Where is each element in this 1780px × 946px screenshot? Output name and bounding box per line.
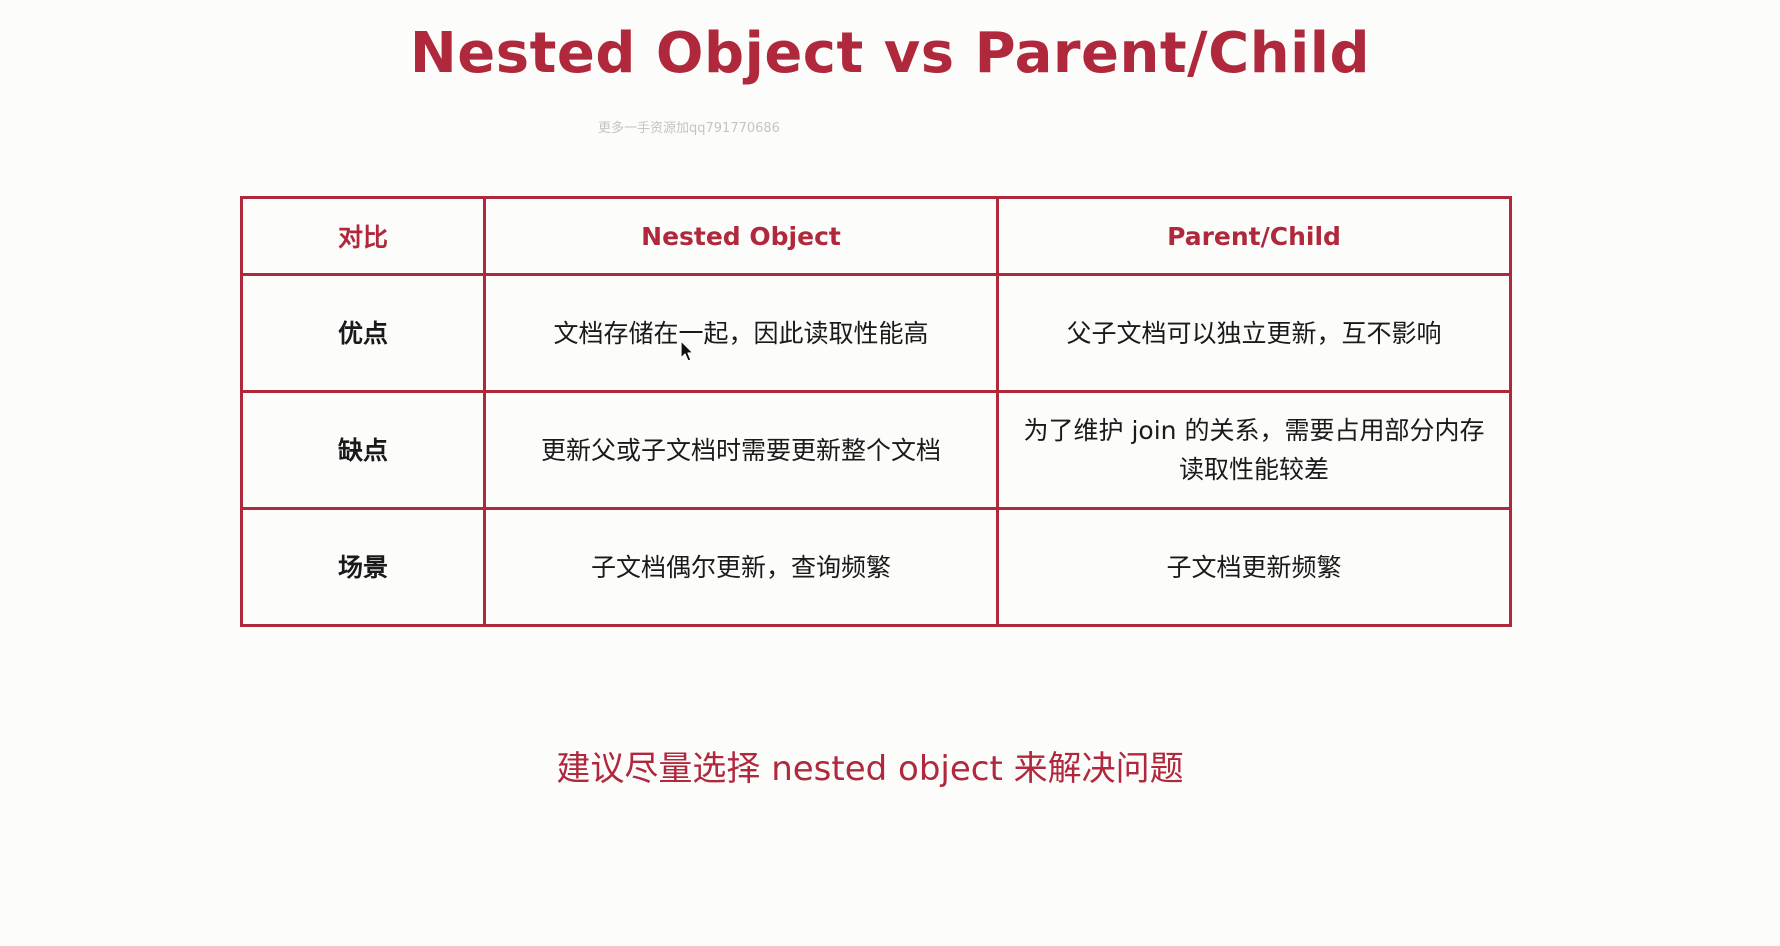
- cell-line: 读取性能较差: [1178, 455, 1329, 484]
- cell-nested-disadvantages: 更新父或子文档时需要更新整个文档: [483, 390, 999, 510]
- table-header-row: 对比 Nested Object Parent/Child: [240, 196, 1512, 276]
- cell-parent-child-advantages: 父子文档可以独立更新，互不影响: [996, 273, 1512, 393]
- cell-parent-child-scenarios: 子文档更新频繁: [996, 507, 1512, 627]
- row-label-disadvantages: 缺点: [240, 390, 486, 510]
- recommendation-text: 建议尽量选择 nested object 来解决问题: [556, 749, 1184, 789]
- row-label-advantages: 优点: [240, 273, 486, 393]
- slide-title: Nested Object vs Parent/Child: [409, 21, 1371, 86]
- header-compare: 对比: [240, 196, 486, 276]
- cell-nested-scenarios: 子文档偶尔更新，查询频繁: [483, 507, 999, 627]
- watermark-text: 更多一手资源加qq791770686: [598, 121, 780, 136]
- table-row-scenarios: 场景 子文档偶尔更新，查询频繁 子文档更新频繁: [240, 507, 1512, 627]
- cell-nested-advantages: 文档存储在一起，因此读取性能高: [483, 273, 999, 393]
- header-parent-child: Parent/Child: [996, 196, 1512, 276]
- comparison-table: 对比 Nested Object Parent/Child 优点 文档存储在一起…: [240, 196, 1512, 627]
- row-label-scenarios: 场景: [240, 507, 486, 627]
- table-row-disadvantages: 缺点 更新父或子文档时需要更新整个文档 为了维护 join 的关系，需要占用部分…: [240, 390, 1512, 510]
- header-nested-object: Nested Object: [483, 196, 999, 276]
- table-row-advantages: 优点 文档存储在一起，因此读取性能高 父子文档可以独立更新，互不影响: [240, 273, 1512, 393]
- cell-line: 为了维护 join 的关系，需要占用部分内存: [1023, 416, 1485, 445]
- cell-parent-child-disadvantages: 为了维护 join 的关系，需要占用部分内存 读取性能较差: [996, 390, 1512, 510]
- mouse-pointer-icon: [680, 340, 694, 362]
- cell-line: 父子文档可以独立更新，互不影响: [1066, 318, 1442, 348]
- cell-line: 子文档更新频繁: [1166, 552, 1342, 582]
